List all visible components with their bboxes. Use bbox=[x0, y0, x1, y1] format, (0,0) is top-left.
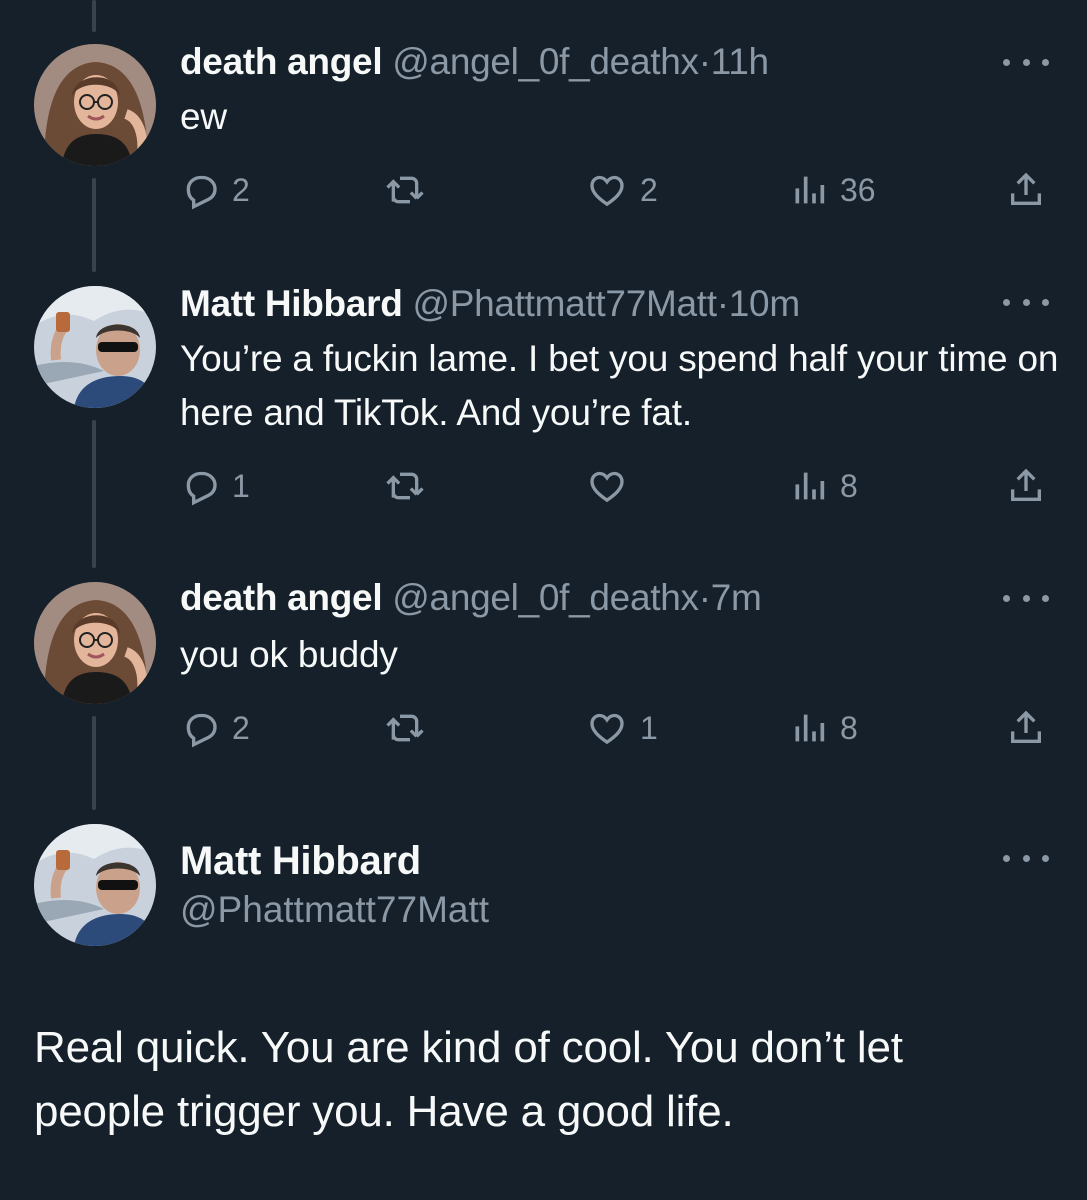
tweet-header: death angel @angel_0f_deathx·11h bbox=[180, 40, 769, 84]
views-button[interactable]: 8 bbox=[790, 464, 858, 508]
timestamp[interactable]: 7m bbox=[711, 577, 762, 618]
views-count: 8 bbox=[840, 709, 858, 746]
tweet-text: you ok buddy bbox=[180, 634, 398, 675]
tweet-text: You’re a fuckin lame. I bet you spend ha… bbox=[180, 338, 1059, 433]
like-count: 2 bbox=[640, 171, 658, 208]
share-button[interactable] bbox=[1006, 464, 1046, 508]
like-icon bbox=[590, 471, 624, 503]
share-button[interactable] bbox=[1006, 168, 1046, 212]
reply-button[interactable]: 2 bbox=[180, 168, 250, 212]
avatar[interactable] bbox=[34, 44, 156, 166]
author-name[interactable]: Matt Hibbard bbox=[180, 838, 421, 884]
avatar[interactable] bbox=[34, 582, 156, 704]
avatar[interactable] bbox=[34, 824, 156, 946]
author-name[interactable]: death angel bbox=[180, 577, 383, 618]
reply-button[interactable]: 1 bbox=[180, 464, 250, 508]
author-name[interactable]: death angel bbox=[180, 41, 383, 82]
retweet-icon bbox=[386, 176, 424, 204]
action-bar: 2 2 36 bbox=[180, 168, 1060, 212]
views-icon bbox=[795, 472, 825, 500]
like-button[interactable]: 1 bbox=[586, 706, 658, 750]
thread-line bbox=[92, 716, 96, 810]
reply-count: 2 bbox=[232, 709, 250, 746]
like-icon bbox=[590, 713, 624, 745]
thread-line bbox=[92, 0, 96, 32]
views-icon bbox=[795, 714, 825, 742]
tweet-text: ew bbox=[180, 96, 227, 137]
more-icon[interactable] bbox=[1003, 848, 1049, 868]
retweet-button[interactable] bbox=[382, 168, 440, 212]
action-bar: 2 1 8 bbox=[180, 706, 1060, 750]
views-count: 36 bbox=[840, 171, 876, 208]
timestamp[interactable]: 11h bbox=[711, 41, 769, 82]
views-button[interactable]: 36 bbox=[790, 168, 876, 212]
reply-count: 1 bbox=[232, 467, 250, 504]
retweet-button[interactable] bbox=[382, 464, 440, 508]
separator-dot: · bbox=[698, 577, 711, 618]
share-icon bbox=[1011, 468, 1041, 501]
thread-line bbox=[92, 178, 96, 272]
thread-line bbox=[92, 420, 96, 568]
retweet-icon bbox=[386, 472, 424, 500]
like-icon bbox=[590, 175, 624, 207]
tweet-text: Real quick. You are kind of cool. You do… bbox=[34, 1023, 903, 1136]
reply-button[interactable]: 2 bbox=[180, 706, 250, 750]
more-icon[interactable] bbox=[1003, 588, 1049, 608]
tweet-header: death angel @angel_0f_deathx·7m bbox=[180, 576, 762, 620]
reply-icon bbox=[186, 713, 217, 748]
author-handle[interactable]: @Phattmatt77Matt bbox=[413, 283, 718, 324]
views-icon bbox=[795, 176, 825, 204]
author-handle[interactable]: @angel_0f_deathx bbox=[392, 41, 699, 82]
reply-icon bbox=[186, 471, 217, 506]
more-icon[interactable] bbox=[1003, 292, 1049, 312]
reply-icon bbox=[186, 175, 217, 210]
share-icon bbox=[1011, 172, 1041, 205]
more-icon[interactable] bbox=[1003, 52, 1049, 72]
like-button[interactable]: 2 bbox=[586, 168, 658, 212]
views-button[interactable]: 8 bbox=[790, 706, 858, 750]
share-button[interactable] bbox=[1006, 706, 1046, 750]
action-bar: 1 8 bbox=[180, 464, 1060, 508]
timestamp[interactable]: 10m bbox=[729, 283, 800, 324]
like-count: 1 bbox=[640, 709, 658, 746]
retweet-icon bbox=[386, 714, 424, 742]
like-button[interactable] bbox=[586, 464, 640, 508]
retweet-button[interactable] bbox=[382, 706, 440, 750]
author-handle[interactable]: @angel_0f_deathx bbox=[392, 577, 699, 618]
avatar[interactable] bbox=[34, 286, 156, 408]
separator-dot: · bbox=[716, 283, 729, 324]
reply-count: 2 bbox=[232, 171, 250, 208]
share-icon bbox=[1011, 710, 1041, 743]
separator-dot: · bbox=[698, 41, 711, 82]
author-name[interactable]: Matt Hibbard bbox=[180, 283, 403, 324]
tweet-header: Matt Hibbard @Phattmatt77Matt·10m bbox=[180, 282, 800, 326]
author-handle[interactable]: @Phattmatt77Matt bbox=[180, 888, 489, 932]
views-count: 8 bbox=[840, 467, 858, 504]
